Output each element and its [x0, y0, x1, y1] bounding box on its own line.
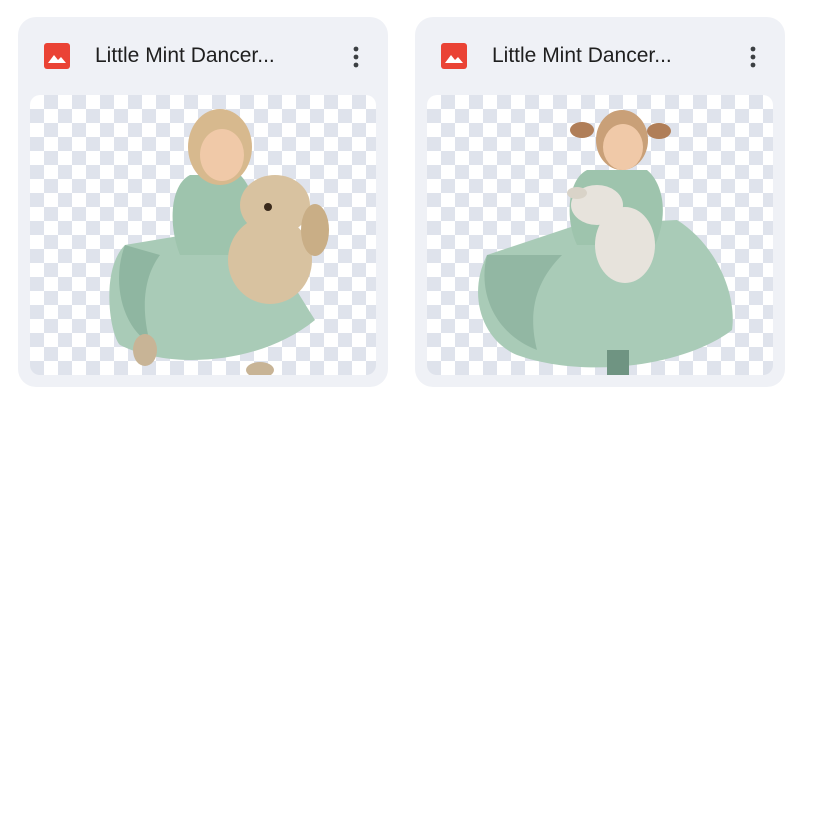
file-thumbnail[interactable]	[427, 95, 773, 375]
thumbnail-image	[109, 109, 329, 375]
file-thumbnail[interactable]	[30, 95, 376, 375]
image-file-icon	[44, 43, 70, 69]
more-vert-icon[interactable]	[733, 37, 773, 77]
thumbnail-image	[478, 110, 733, 375]
file-name[interactable]: Little Mint Dancer...	[492, 42, 732, 70]
file-card-header: Little Mint Dancer...	[415, 17, 785, 93]
more-vert-icon[interactable]	[336, 37, 376, 77]
image-file-icon	[441, 43, 467, 69]
file-card-header: Little Mint Dancer...	[18, 17, 388, 93]
file-name[interactable]: Little Mint Dancer...	[95, 42, 335, 70]
file-card[interactable]: Little Mint Dancer...	[415, 17, 785, 387]
file-card[interactable]: Little Mint Dancer...	[18, 17, 388, 387]
